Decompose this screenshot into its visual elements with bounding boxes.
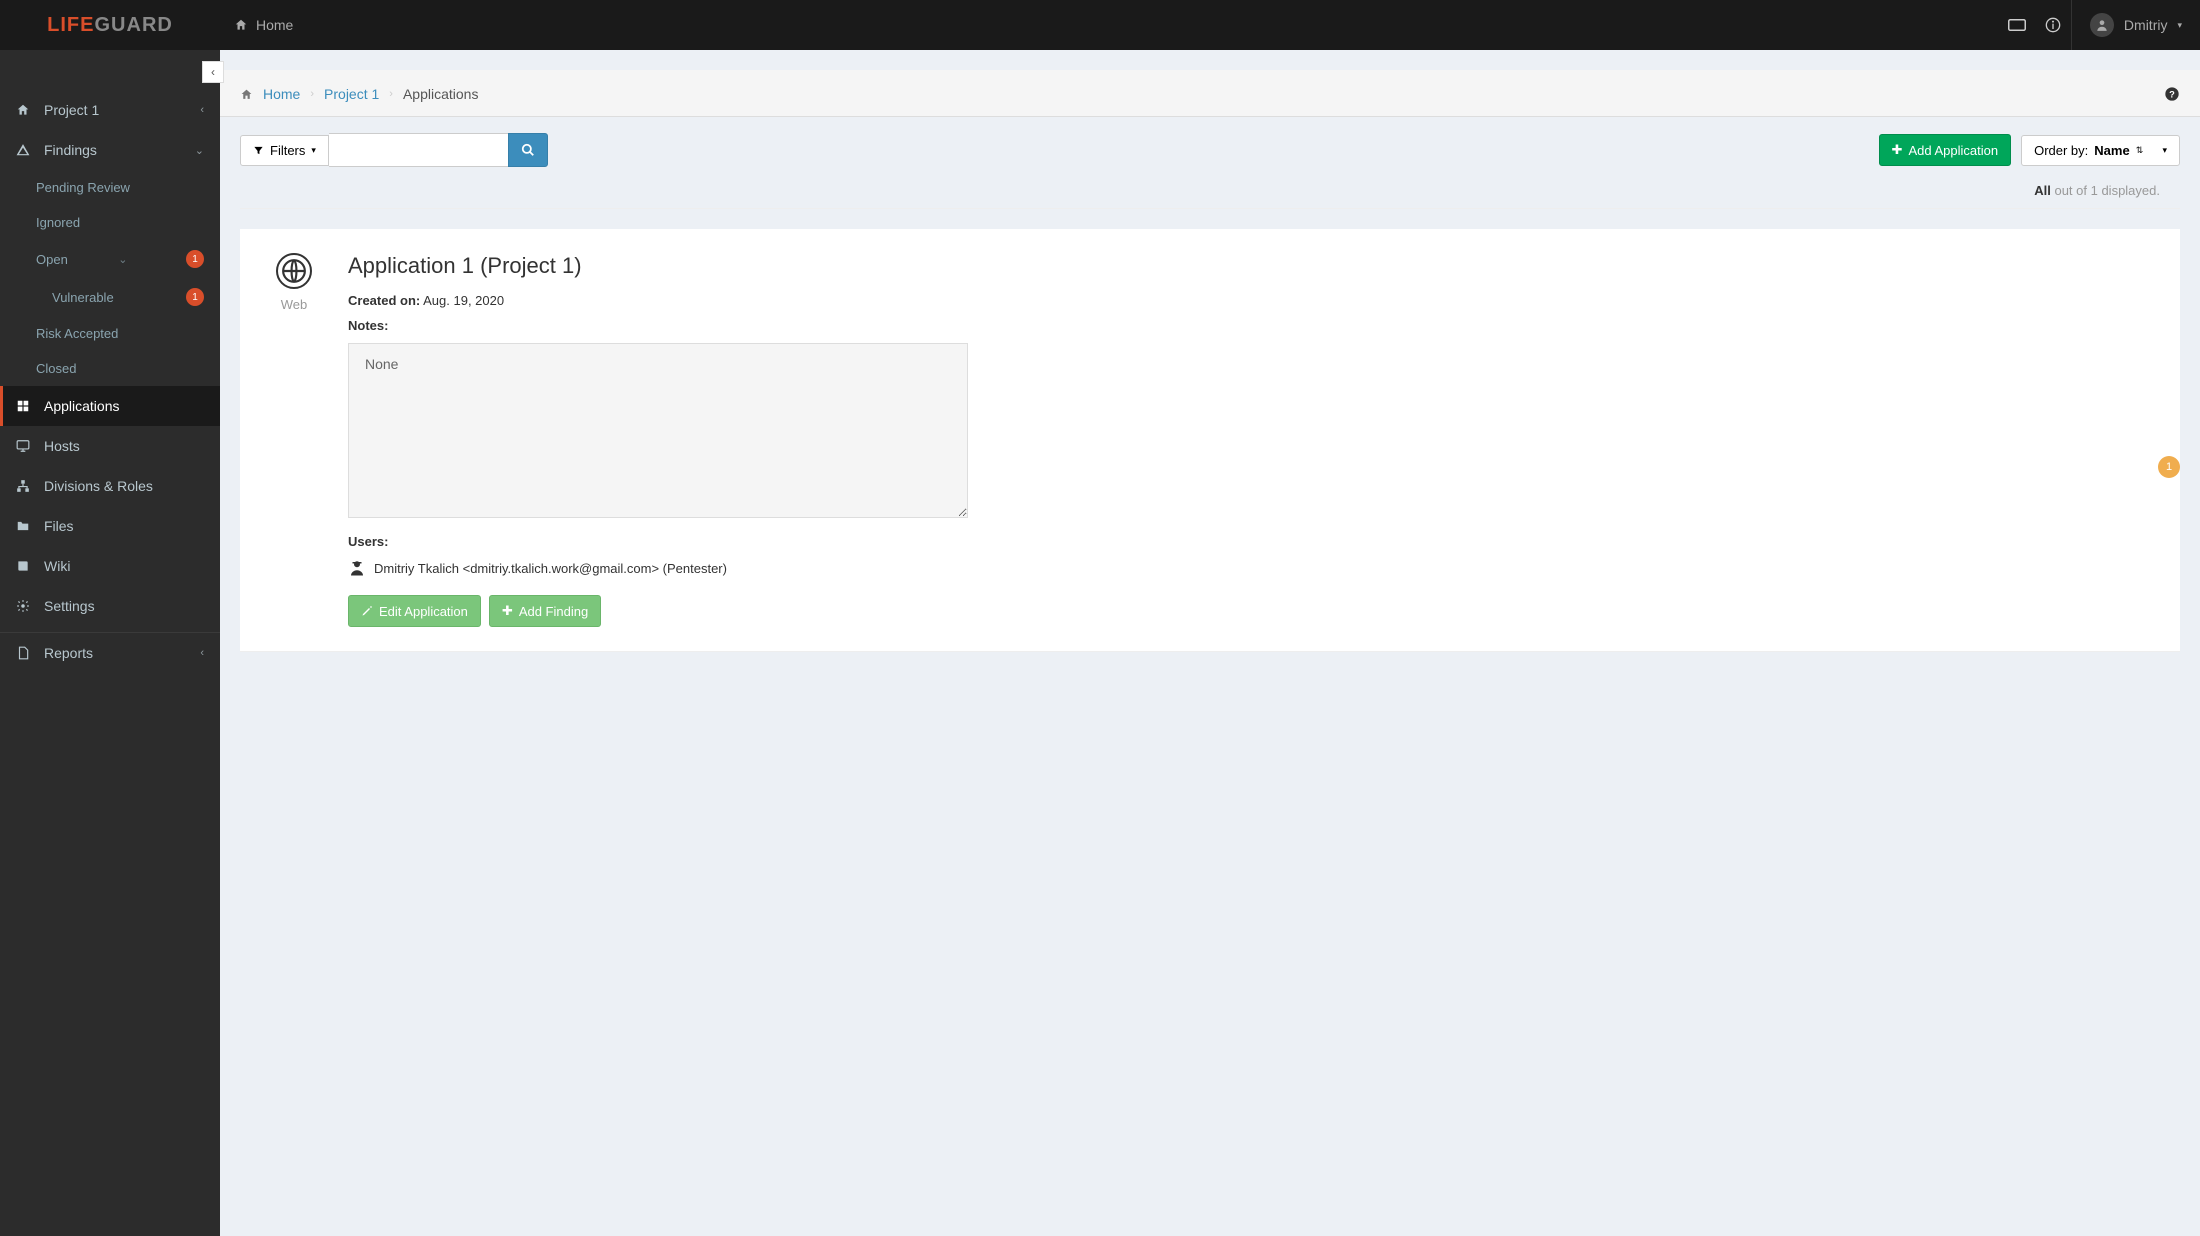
cubes-icon bbox=[16, 399, 32, 413]
chevron-left-icon: ‹ bbox=[200, 647, 204, 659]
sidebar-project-label: Project 1 bbox=[44, 102, 99, 118]
sidebar-settings-label: Settings bbox=[44, 598, 95, 614]
topnav-home-label: Home bbox=[256, 17, 293, 33]
avatar bbox=[2090, 13, 2114, 37]
chevron-down-icon: ▾ bbox=[2177, 20, 2182, 31]
sidebar-sub-vulnerable[interactable]: Vulnerable 1 bbox=[0, 278, 220, 316]
breadcrumb: Home › Project 1 › Applications ? bbox=[220, 70, 2200, 117]
home-icon bbox=[240, 88, 253, 101]
file-icon bbox=[16, 646, 32, 660]
add-finding-button[interactable]: ✚ Add Finding bbox=[489, 595, 601, 627]
sidebar-reports-label: Reports bbox=[44, 645, 93, 661]
app-title: Application 1 (Project 1) bbox=[348, 253, 2156, 279]
chevron-down-icon: ⌄ bbox=[195, 144, 204, 157]
sidebar-findings-label: Findings bbox=[44, 142, 97, 158]
users-label: Users: bbox=[348, 534, 2156, 549]
user-menu[interactable]: Dmitriy ▾ bbox=[2071, 0, 2200, 50]
brand-part1: LIFE bbox=[47, 14, 94, 37]
topbar: LIFEGUARD Home Dmitriy ▾ bbox=[0, 0, 2200, 50]
pencil-icon bbox=[361, 605, 373, 617]
sidebar-collapse[interactable]: ‹ bbox=[202, 61, 224, 83]
plus-icon: ✚ bbox=[1892, 142, 1903, 158]
sidebar-sub-closed[interactable]: Closed bbox=[0, 351, 220, 386]
search-icon bbox=[521, 143, 535, 157]
crumb-sep: › bbox=[389, 88, 393, 100]
app-type-label: Web bbox=[264, 297, 324, 312]
warning-icon bbox=[16, 143, 32, 157]
sidebar-sub-open[interactable]: Open ⌄ 1 bbox=[0, 240, 220, 278]
search-button[interactable] bbox=[508, 133, 548, 167]
app-type-column: Web bbox=[264, 253, 324, 627]
floating-notification-badge[interactable]: 1 bbox=[2158, 456, 2180, 478]
user-name: Dmitriy bbox=[2124, 17, 2168, 33]
chevron-down-icon: ⌄ bbox=[118, 253, 127, 266]
open-count-badge: 1 bbox=[186, 250, 204, 268]
help-icon[interactable]: ? bbox=[2164, 86, 2180, 102]
add-application-button[interactable]: ✚ Add Application bbox=[1879, 134, 2012, 166]
sort-icon: ⇅ bbox=[2136, 145, 2144, 156]
globe-icon bbox=[276, 253, 312, 289]
toolbar: Filters ▾ ✚ Add Application Order by: Na… bbox=[220, 117, 2200, 183]
folder-icon bbox=[16, 519, 32, 533]
crumb-project[interactable]: Project 1 bbox=[324, 86, 379, 102]
sidebar-wiki-label: Wiki bbox=[44, 558, 70, 574]
keyboard-icon[interactable] bbox=[1999, 19, 2035, 31]
svg-text:?: ? bbox=[2169, 89, 2175, 99]
sidebar-hosts-label: Hosts bbox=[44, 438, 80, 454]
brand-part2: GUARD bbox=[95, 14, 173, 37]
notes-label: Notes: bbox=[348, 318, 2156, 333]
edit-application-button[interactable]: Edit Application bbox=[348, 595, 481, 627]
order-by-button[interactable]: Order by: Name ⇅ ▾ bbox=[2021, 135, 2180, 166]
chevron-left-icon: ‹ bbox=[200, 104, 204, 116]
sidebar-item-divisions[interactable]: Divisions & Roles bbox=[0, 466, 220, 506]
sidebar-item-wiki[interactable]: Wiki bbox=[0, 546, 220, 586]
search-input[interactable] bbox=[329, 133, 509, 167]
caret-down-icon: ▾ bbox=[2162, 145, 2167, 156]
gear-icon bbox=[16, 599, 32, 613]
sidebar: ‹ Project 1 ‹ Findings ⌄ Pending Review … bbox=[0, 50, 220, 1236]
user-secret-icon bbox=[348, 559, 366, 577]
user-entry: Dmitriy Tkalich <dmitriy.tkalich.work@gm… bbox=[348, 559, 2156, 577]
brand-logo[interactable]: LIFEGUARD bbox=[0, 0, 220, 50]
result-count: All out of 1 displayed. bbox=[240, 183, 2180, 209]
sidebar-item-reports[interactable]: Reports ‹ bbox=[0, 632, 220, 673]
sidebar-item-hosts[interactable]: Hosts bbox=[0, 426, 220, 466]
notes-box[interactable]: None bbox=[348, 343, 968, 518]
monitor-icon bbox=[16, 439, 32, 453]
sidebar-sub-risk[interactable]: Risk Accepted bbox=[0, 316, 220, 351]
book-icon bbox=[16, 559, 32, 573]
sidebar-item-project[interactable]: Project 1 ‹ bbox=[0, 90, 220, 130]
filters-button[interactable]: Filters ▾ bbox=[240, 135, 329, 166]
sidebar-item-findings[interactable]: Findings ⌄ bbox=[0, 130, 220, 170]
topnav-home[interactable]: Home bbox=[220, 17, 293, 33]
sidebar-item-settings[interactable]: Settings bbox=[0, 586, 220, 626]
caret-down-icon: ▾ bbox=[311, 145, 316, 156]
info-icon[interactable] bbox=[2035, 17, 2071, 33]
topbar-right: Dmitriy ▾ bbox=[1999, 0, 2200, 50]
plus-icon: ✚ bbox=[502, 603, 513, 619]
created-on: Created on: Aug. 19, 2020 bbox=[348, 293, 2156, 308]
sidebar-applications-label: Applications bbox=[44, 398, 120, 414]
filter-icon bbox=[253, 145, 264, 156]
crumb-sep: › bbox=[310, 88, 314, 100]
sidebar-item-applications[interactable]: Applications bbox=[0, 386, 220, 426]
sidebar-sub-ignored[interactable]: Ignored bbox=[0, 205, 220, 240]
sidebar-item-files[interactable]: Files bbox=[0, 506, 220, 546]
application-card: Web Application 1 (Project 1) Created on… bbox=[240, 229, 2180, 652]
crumb-home[interactable]: Home bbox=[263, 86, 300, 102]
home-icon bbox=[234, 18, 248, 32]
main-content: Home › Project 1 › Applications ? Filter… bbox=[220, 50, 2200, 1236]
sidebar-files-label: Files bbox=[44, 518, 74, 534]
vulnerable-count-badge: 1 bbox=[186, 288, 204, 306]
sidebar-divisions-label: Divisions & Roles bbox=[44, 478, 153, 494]
sidebar-sub-pending[interactable]: Pending Review bbox=[0, 170, 220, 205]
crumb-current: Applications bbox=[403, 86, 479, 102]
sitemap-icon bbox=[16, 479, 32, 493]
home-icon bbox=[16, 103, 32, 117]
